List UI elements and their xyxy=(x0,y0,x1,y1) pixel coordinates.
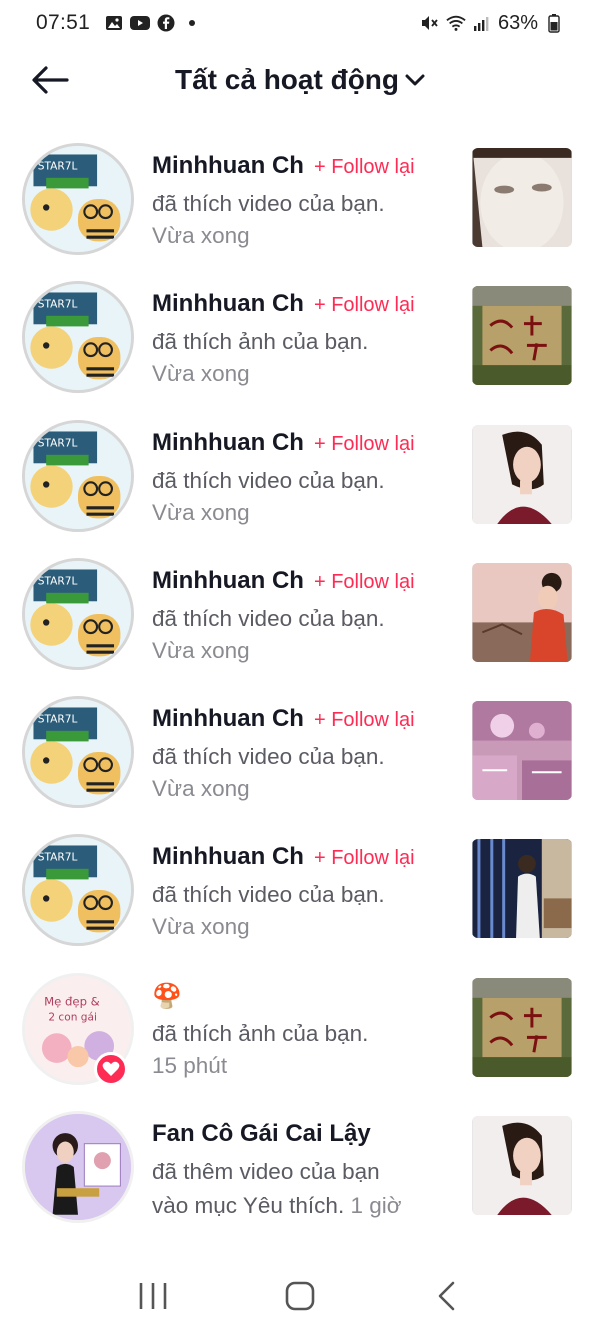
svg-text:STAR7L: STAR7L xyxy=(38,575,78,587)
activity-row[interactable]: STAR7L Minhhuan Ch + Follow lại đã thích… xyxy=(0,130,600,268)
avatar[interactable]: STAR7L xyxy=(22,834,134,947)
activity-row[interactable]: Mẹ đẹp & 2 con gái 🍄 đã thích ảnh của bạn… xyxy=(0,960,600,1098)
avatar[interactable]: STAR7L xyxy=(22,696,134,809)
activity-text: đã thích video của bạn. xyxy=(152,191,385,216)
recent-apps-button[interactable] xyxy=(123,1266,183,1326)
svg-text:2 con gái: 2 con gái xyxy=(48,1011,97,1023)
follow-back-button[interactable]: + Follow lại xyxy=(314,847,415,870)
activity-row[interactable]: STAR7L Minhhuan Ch + Follow lại đã thích… xyxy=(0,545,600,683)
back-button[interactable] xyxy=(28,58,72,102)
gallery-icon xyxy=(104,13,124,33)
activity-text: đã thích video của bạn. xyxy=(152,605,385,631)
activity-time: Vừa xong xyxy=(152,914,250,940)
activity-text: đã thích video của bạn. xyxy=(152,882,385,908)
liked-badge xyxy=(94,1051,128,1086)
follow-back-button[interactable]: + Follow lại xyxy=(314,433,415,456)
activity-row[interactable]: STAR7L Minhhuan Ch + Follow lại đã thích… xyxy=(0,407,600,545)
activity-text-continued: vào mục Yêu thích. 1 giờ xyxy=(152,1190,452,1222)
username[interactable]: Minhhuan Ch xyxy=(152,567,304,595)
status-time: 07:51 xyxy=(36,11,91,34)
activity-text: đã thích ảnh của bạn. xyxy=(152,329,369,355)
svg-text:STAR7L: STAR7L xyxy=(38,160,78,172)
page-header: Tất cả hoạt động xyxy=(0,50,600,110)
mute-icon xyxy=(420,13,440,33)
post-thumbnail[interactable] xyxy=(472,977,572,1077)
wifi-icon xyxy=(446,13,466,33)
system-navigation-bar xyxy=(0,1258,600,1333)
post-thumbnail[interactable] xyxy=(472,839,572,939)
status-notification-icons xyxy=(104,13,202,33)
username[interactable]: Minhhuan Ch xyxy=(152,843,304,871)
svg-text:STAR7L: STAR7L xyxy=(38,299,78,311)
activity-time: Vừa xong xyxy=(152,637,250,663)
post-thumbnail[interactable] xyxy=(472,1116,572,1216)
arrow-left-icon xyxy=(32,66,69,94)
activity-text: đã thích video của bạn. xyxy=(152,467,385,493)
username[interactable]: Minhhuan Ch xyxy=(152,705,304,733)
youtube-icon xyxy=(130,13,151,33)
battery-percent: 63% xyxy=(497,11,538,34)
username[interactable]: Minhhuan Ch xyxy=(152,429,304,457)
chevron-down-icon xyxy=(405,74,425,86)
heart-icon xyxy=(102,1061,120,1076)
activity-row[interactable]: STAR7L Minhhuan Ch + Follow lại đã thích… xyxy=(0,821,600,959)
avatar[interactable] xyxy=(22,1111,134,1224)
svg-text:Mẹ đẹp &: Mẹ đẹp & xyxy=(44,994,100,1008)
activity-time: Vừa xong xyxy=(152,776,250,802)
username[interactable]: Fan Cô Gái Cai Lậy xyxy=(152,1120,371,1148)
activity-row[interactable]: STAR7L Minhhuan Ch + Follow lại đã thích… xyxy=(0,683,600,821)
activity-text: đã thêm video của bạn xyxy=(152,1159,380,1185)
home-button[interactable] xyxy=(270,1266,330,1326)
activity-list: STAR7L Minhhuan Ch + Follow lại đã thích… xyxy=(0,130,600,1236)
activity-text: đã thích ảnh của bạn. xyxy=(152,1020,369,1046)
svg-text:STAR7L: STAR7L xyxy=(38,852,78,864)
battery-icon xyxy=(544,13,564,33)
home-icon xyxy=(285,1281,315,1310)
avatar[interactable]: STAR7L xyxy=(22,281,134,394)
activity-row[interactable]: STAR7L Minhhuan Ch + Follow lại đã thích… xyxy=(0,268,600,406)
username[interactable]: 🍄 xyxy=(152,982,182,1011)
follow-back-button[interactable]: + Follow lại xyxy=(314,709,415,732)
status-bar: 07:51 63% xyxy=(0,0,600,46)
follow-back-button[interactable]: + Follow lại xyxy=(314,571,415,594)
activity-filter-dropdown[interactable]: Tất cả hoạt động xyxy=(175,64,425,96)
status-right: 63% xyxy=(420,12,564,35)
avatar[interactable]: STAR7L xyxy=(22,557,134,670)
activity-row[interactable]: Fan Cô Gái Cai Lậy đã thêm video của bạn… xyxy=(0,1098,600,1236)
post-thumbnail[interactable] xyxy=(472,562,572,662)
activity-time: 1 giờ xyxy=(350,1193,402,1219)
follow-back-button[interactable]: + Follow lại xyxy=(314,156,415,179)
activity-time: Vừa xong xyxy=(152,361,250,387)
svg-text:STAR7L: STAR7L xyxy=(38,437,78,449)
post-thumbnail[interactable] xyxy=(472,286,572,386)
signal-icon xyxy=(472,13,492,33)
username[interactable]: Minhhuan Ch xyxy=(152,152,304,180)
activity-time: Vừa xong xyxy=(152,223,250,248)
activity-text: đã thích video của bạn. xyxy=(152,744,385,770)
username[interactable]: Minhhuan Ch xyxy=(152,290,304,318)
avatar[interactable]: STAR7L xyxy=(22,143,134,255)
avatar[interactable]: STAR7L xyxy=(22,419,134,532)
facebook-icon xyxy=(156,13,176,33)
follow-back-button[interactable]: + Follow lại xyxy=(314,294,415,317)
post-thumbnail[interactable] xyxy=(472,701,572,801)
activity-text-line2: vào mục Yêu thích. xyxy=(152,1193,345,1219)
post-thumbnail[interactable] xyxy=(472,424,572,524)
svg-text:STAR7L: STAR7L xyxy=(38,714,78,726)
dot-icon xyxy=(182,13,202,33)
activity-time: 15 phút xyxy=(152,1052,228,1078)
back-chevron-icon xyxy=(438,1281,454,1310)
activity-time: Vừa xong xyxy=(152,499,250,525)
recent-apps-icon xyxy=(140,1282,167,1309)
page-title: Tất cả hoạt động xyxy=(175,64,399,95)
post-thumbnail[interactable] xyxy=(472,148,572,247)
nav-back-button[interactable] xyxy=(417,1266,477,1326)
